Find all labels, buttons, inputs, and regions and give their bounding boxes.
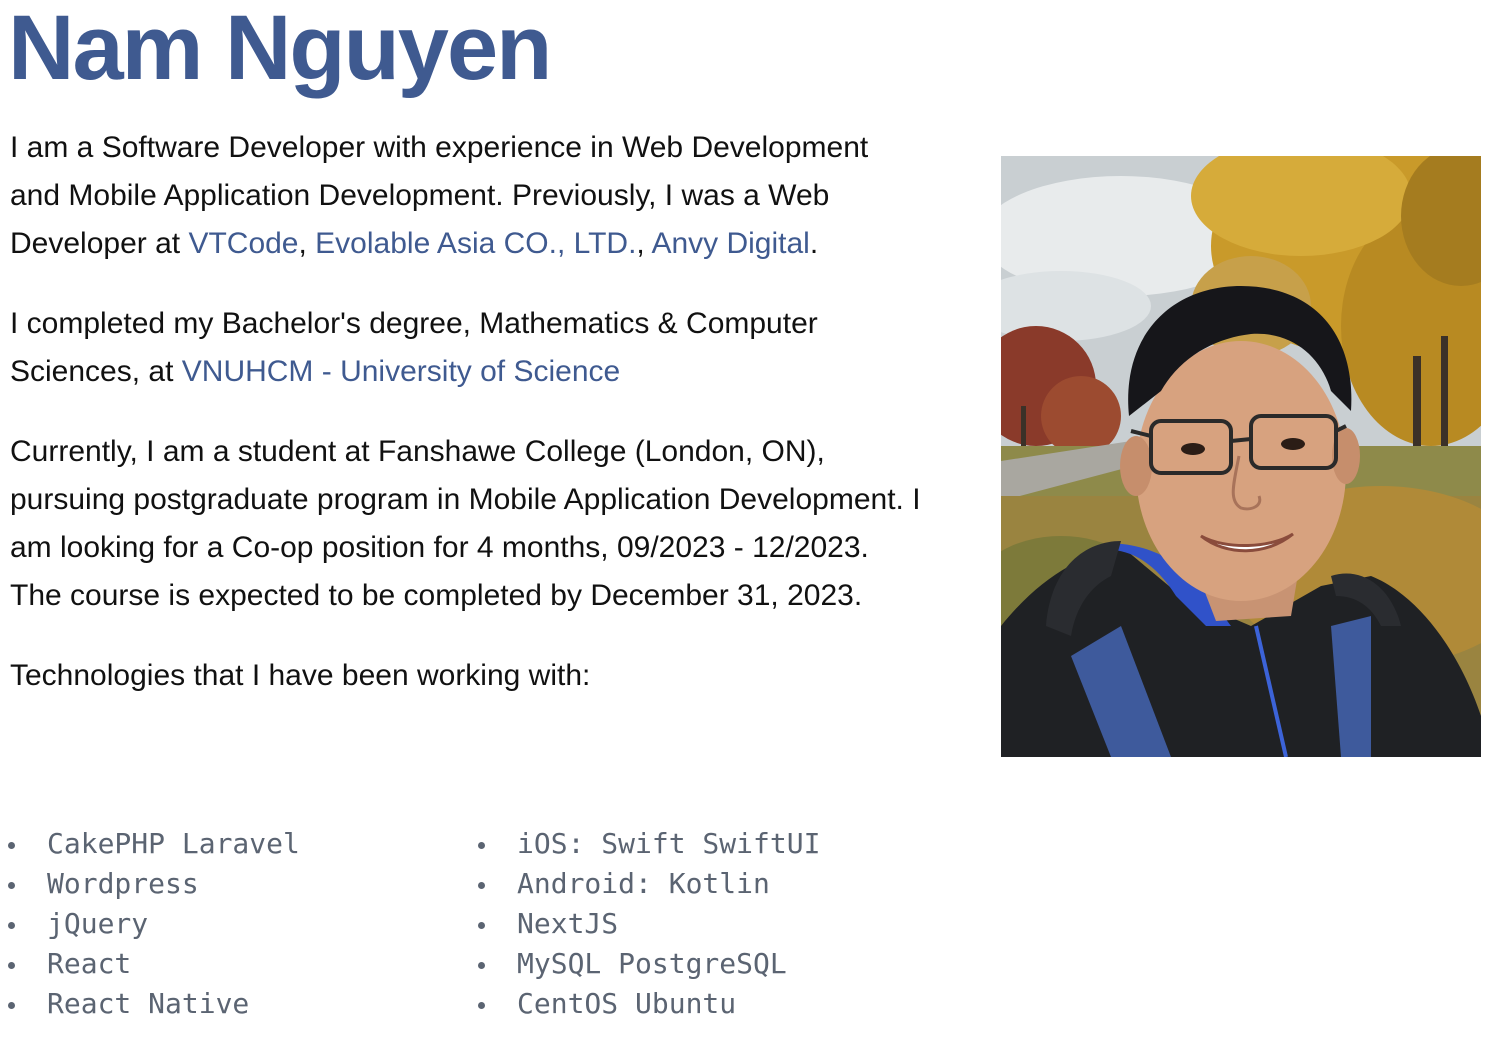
bullet-icon bbox=[8, 922, 15, 929]
list-item: Android: Kotlin bbox=[470, 864, 820, 904]
technology-label: React bbox=[47, 947, 132, 980]
list-item: React bbox=[0, 944, 470, 984]
vtcode-link[interactable]: VTCode bbox=[188, 227, 298, 260]
bullet-icon bbox=[8, 842, 15, 849]
technologies-list-left: CakePHP Laravel Wordpress jQuery React R… bbox=[0, 824, 470, 1024]
bullet-icon bbox=[478, 842, 485, 849]
page-title: Nam Nguyen bbox=[8, 0, 552, 99]
list-item: CentOS Ubuntu bbox=[470, 984, 820, 1024]
bio-paragraph-experience: I am a Software Developer with experienc… bbox=[10, 124, 922, 268]
technology-label: MySQL PostgreSQL bbox=[517, 947, 787, 980]
anvy-digital-link[interactable]: Anvy Digital bbox=[651, 227, 809, 260]
bullet-icon bbox=[478, 1002, 485, 1009]
list-item: Wordpress bbox=[0, 864, 470, 904]
evolable-asia-link[interactable]: Evolable Asia CO., LTD. bbox=[315, 227, 636, 260]
technology-label: React Native bbox=[47, 987, 250, 1020]
bullet-icon bbox=[478, 882, 485, 889]
bullet-icon bbox=[478, 922, 485, 929]
technology-label: Wordpress bbox=[47, 867, 199, 900]
bio-paragraph-current: Currently, I am a student at Fanshawe Co… bbox=[10, 435, 921, 612]
bullet-icon bbox=[478, 962, 485, 969]
technologies-list-right: iOS: Swift SwiftUI Android: Kotlin NextJ… bbox=[470, 824, 820, 1024]
profile-photo bbox=[1001, 156, 1481, 757]
separator-text: , bbox=[636, 227, 652, 260]
separator-text: , bbox=[298, 227, 316, 260]
list-item: MySQL PostgreSQL bbox=[470, 944, 820, 984]
bullet-icon bbox=[8, 1002, 15, 1009]
technology-label: NextJS bbox=[517, 907, 619, 940]
list-item: CakePHP Laravel bbox=[0, 824, 470, 864]
list-item: NextJS bbox=[470, 904, 820, 944]
bio-paragraph-education: I completed my Bachelor's degree, Mathem… bbox=[10, 300, 922, 396]
technology-label: iOS: Swift SwiftUI bbox=[517, 827, 821, 860]
list-item: jQuery bbox=[0, 904, 470, 944]
period-text: . bbox=[809, 227, 819, 260]
portrait-illustration bbox=[1001, 156, 1481, 757]
list-item: iOS: Swift SwiftUI bbox=[470, 824, 820, 864]
technology-label: CakePHP Laravel bbox=[47, 827, 300, 860]
bullet-icon bbox=[8, 882, 15, 889]
vnuhcm-link[interactable]: VNUHCM - University of Science bbox=[182, 355, 620, 388]
technology-label: jQuery bbox=[47, 907, 149, 940]
technologies-heading: Technologies that I have been working wi… bbox=[10, 659, 591, 692]
bio-section: I am a Software Developer with experienc… bbox=[10, 124, 922, 732]
technologies-section: CakePHP Laravel Wordpress jQuery React R… bbox=[0, 824, 960, 1024]
technology-label: Android: Kotlin bbox=[517, 867, 770, 900]
technology-label: CentOS Ubuntu bbox=[517, 987, 737, 1020]
bullet-icon bbox=[8, 962, 15, 969]
list-item: React Native bbox=[0, 984, 470, 1024]
